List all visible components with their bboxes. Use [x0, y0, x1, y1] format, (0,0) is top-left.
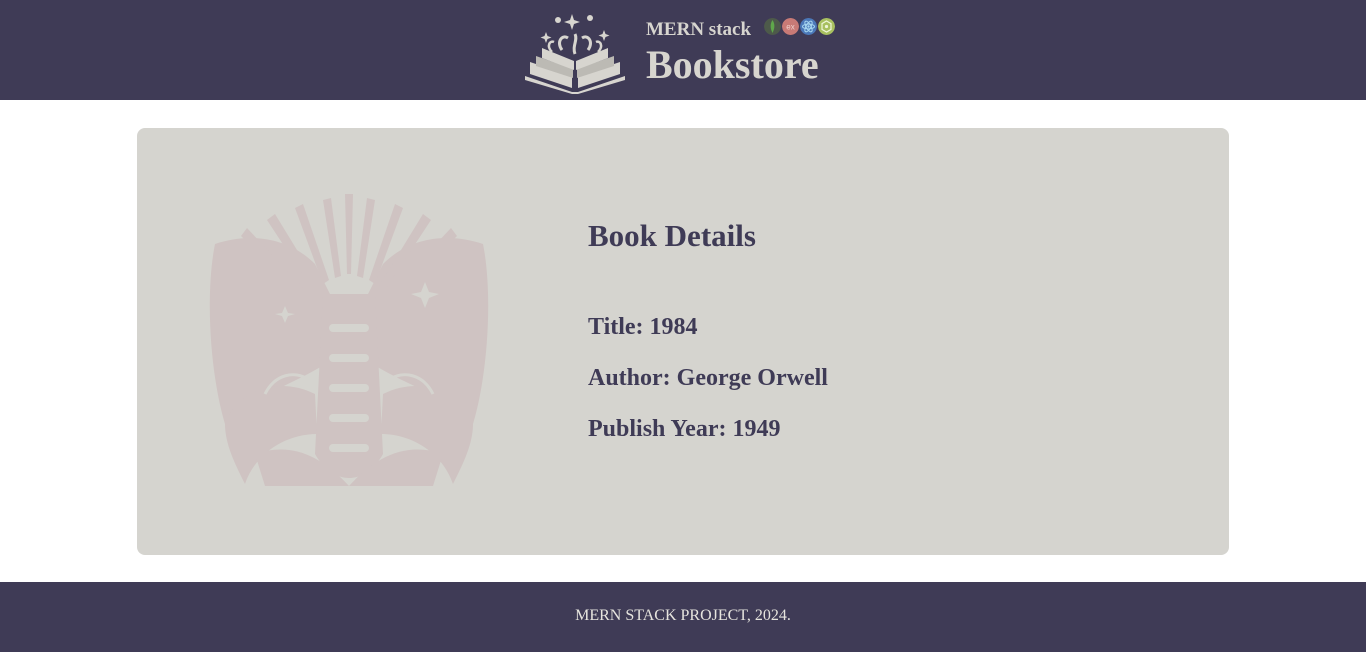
book-year-line: Publish Year: 1949	[588, 416, 781, 442]
brand-subtitle: MERN stack	[646, 19, 752, 40]
details-heading: Book Details	[588, 218, 756, 253]
brand-title[interactable]: Bookstore	[646, 45, 819, 85]
footer-text: MERN STACK PROJECT, 2024.	[575, 607, 791, 624]
book-title-line: Title: 1984	[588, 314, 698, 340]
nodejs-icon	[818, 18, 835, 35]
book-details: Book Details Title: 1984 Author: George …	[588, 216, 828, 442]
open-book-sparkles-icon[interactable]	[522, 6, 628, 94]
site-footer: MERN STACK PROJECT, 2024.	[0, 582, 1366, 652]
svg-text:ex: ex	[786, 23, 794, 32]
book-author-line: Author: George Orwell	[588, 365, 828, 391]
express-icon: ex	[782, 18, 799, 35]
book-hands-illustration-icon	[209, 194, 489, 486]
react-icon	[800, 18, 817, 35]
site-header: MERN stack ex Bookstore	[0, 0, 1366, 100]
tech-stack-icons: ex	[764, 18, 835, 36]
mongodb-icon	[764, 18, 781, 35]
book-details-card: Book Details Title: 1984 Author: George …	[137, 128, 1229, 555]
